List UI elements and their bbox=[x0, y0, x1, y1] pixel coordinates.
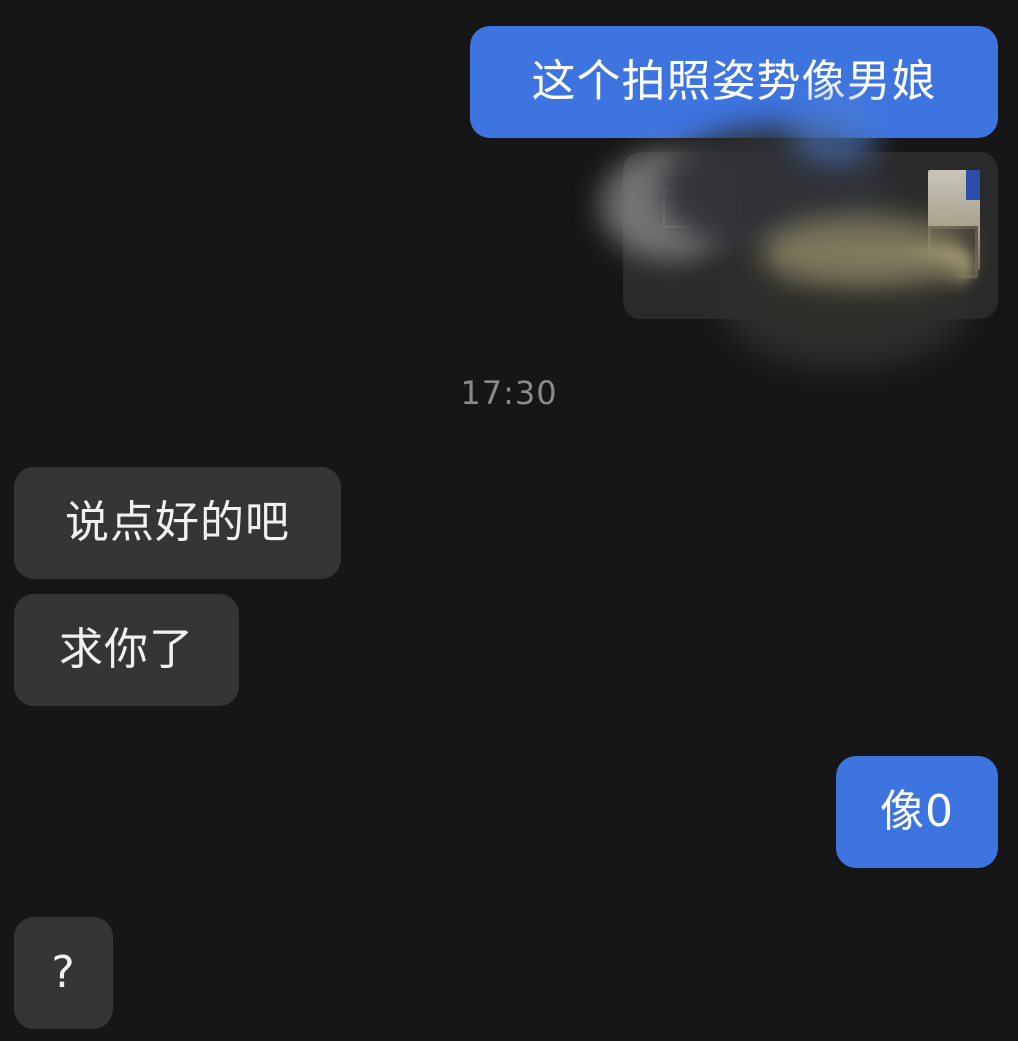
photo-content bbox=[966, 170, 980, 200]
message-bubble-incoming[interactable]: 说点好的吧 bbox=[14, 467, 341, 579]
message-bubble-outgoing[interactable]: 像0 bbox=[836, 756, 998, 868]
timestamp: 17:30 bbox=[460, 374, 558, 412]
message-bubble-incoming[interactable]: ? bbox=[14, 917, 113, 1029]
redaction-smudge bbox=[790, 95, 880, 165]
redaction-smudge bbox=[760, 215, 970, 285]
message-bubble-incoming[interactable]: 求你了 bbox=[14, 594, 239, 706]
message-bubble-outgoing[interactable]: 这个拍照姿势像男娘 bbox=[470, 26, 998, 138]
